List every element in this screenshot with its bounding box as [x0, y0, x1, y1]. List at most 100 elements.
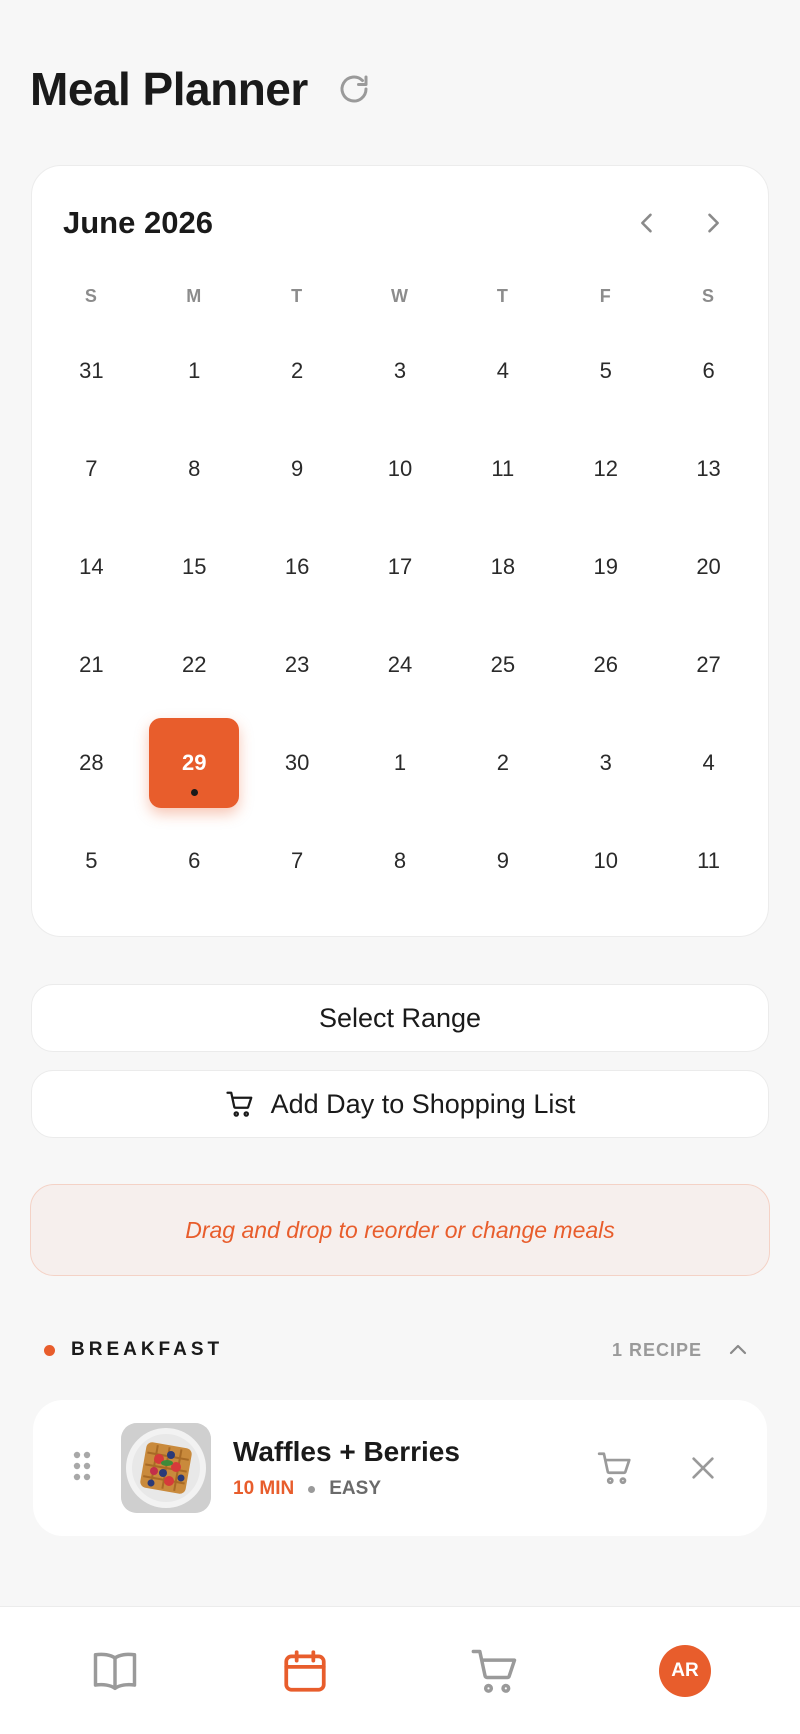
calendar-nav — [628, 204, 732, 242]
calendar-day[interactable]: 2 — [246, 322, 349, 420]
calendar-day[interactable]: 1 — [143, 322, 246, 420]
select-range-label: Select Range — [318, 1002, 482, 1033]
calendar-day-number: 10 — [593, 848, 618, 873]
recipe-meta: 10 MIN EASY — [233, 1478, 593, 1500]
recipe-card[interactable]: Waffles + Berries 10 MIN EASY — [33, 1400, 767, 1536]
calendar-day-number: 4 — [496, 358, 509, 383]
calendar-day-number: 3 — [393, 358, 407, 383]
cart-icon — [597, 1452, 631, 1485]
calendar-day-number: 16 — [284, 554, 310, 579]
weekday-label: F — [599, 286, 612, 306]
tab-profile[interactable]: AR — [645, 1631, 725, 1711]
calendar-header: June 2026 — [63, 204, 738, 242]
recipe-actions — [593, 1446, 725, 1490]
calendar-day[interactable]: 13 — [657, 420, 760, 518]
calendar-day-number: 7 — [291, 848, 304, 873]
calendar-icon — [284, 1649, 326, 1692]
calendar-day[interactable]: 9 — [246, 420, 349, 518]
calendar-day-number: 9 — [496, 848, 509, 873]
calendar-day[interactable]: 28 — [40, 714, 143, 812]
calendar-day[interactable]: 1 — [349, 714, 452, 812]
calendar-day-number: 24 — [387, 652, 413, 677]
add-day-label: Add Day to Shopping List — [270, 1088, 576, 1119]
recipe-difficulty: EASY — [329, 1478, 381, 1499]
recipe-time: 10 MIN — [233, 1478, 295, 1499]
recipe-count: 1 RECIPE — [611, 1339, 702, 1360]
calendar-day-number: 5 — [85, 848, 98, 873]
calendar-day[interactable]: 15 — [143, 518, 246, 616]
calendar-day[interactable]: 3 — [349, 322, 452, 420]
weekday-label: S — [702, 286, 716, 306]
calendar-day[interactable]: 3 — [554, 714, 657, 812]
section-toggle[interactable]: 1 RECIPE — [612, 1338, 750, 1362]
calendar-day[interactable]: 11 — [451, 420, 554, 518]
calendar-day[interactable]: 27 — [657, 616, 760, 714]
calendar-day[interactable]: 4 — [657, 714, 760, 812]
calendar-day-number: 20 — [696, 554, 721, 579]
calendar-day[interactable]: 31 — [40, 322, 143, 420]
calendar-day[interactable]: 14 — [40, 518, 143, 616]
refresh-button[interactable] — [334, 69, 374, 109]
calendar-day-number: 10 — [387, 456, 413, 481]
recipe-name: Waffles + Berries — [233, 1436, 460, 1467]
calendar-day-number: 8 — [188, 456, 201, 481]
section-title-group: BREAKFAST — [44, 1339, 223, 1361]
calendar-day[interactable]: 21 — [40, 616, 143, 714]
calendar-day-number: 23 — [284, 652, 310, 677]
book-icon — [93, 1652, 137, 1690]
calendar-day[interactable]: 4 — [451, 322, 554, 420]
tab-recipes[interactable] — [75, 1631, 155, 1711]
calendar-day[interactable]: 8 — [143, 420, 246, 518]
calendar-day[interactable]: 12 — [554, 420, 657, 518]
weekday-row: S M T W T F S — [40, 286, 760, 307]
add-recipe-to-cart-button[interactable] — [593, 1446, 637, 1490]
calendar-day[interactable]: 6 — [657, 322, 760, 420]
calendar-day[interactable]: 10 — [349, 420, 452, 518]
tab-calendar[interactable] — [265, 1631, 345, 1711]
calendar-day-number: 4 — [702, 750, 715, 775]
calendar-day-selected[interactable]: 29 — [143, 714, 246, 812]
calendar-day[interactable]: 26 — [554, 616, 657, 714]
calendar-day[interactable]: 23 — [246, 616, 349, 714]
calendar-day-number: 19 — [593, 554, 618, 579]
calendar-day-number: 12 — [593, 456, 618, 481]
calendar-day[interactable]: 9 — [451, 812, 554, 910]
tab-shopping[interactable] — [455, 1631, 535, 1711]
calendar-day-number: 30 — [284, 750, 310, 775]
calendar-day[interactable]: 7 — [246, 812, 349, 910]
calendar-day[interactable]: 5 — [40, 812, 143, 910]
page-title: Meal Planner — [30, 63, 308, 115]
remove-recipe-button[interactable] — [681, 1446, 725, 1490]
previous-month-button[interactable] — [628, 204, 666, 242]
calendar-day[interactable]: 2 — [451, 714, 554, 812]
select-range-button[interactable]: Select Range — [31, 984, 769, 1052]
calendar-day[interactable]: 5 — [554, 322, 657, 420]
calendar-day-number: 29 — [182, 750, 207, 775]
weekday-label: T — [496, 286, 509, 306]
next-month-button[interactable] — [694, 204, 732, 242]
selected-day-highlight: 29 — [149, 718, 240, 808]
calendar-day[interactable]: 24 — [349, 616, 452, 714]
calendar-day[interactable]: 10 — [554, 812, 657, 910]
calendar-day[interactable]: 22 — [143, 616, 246, 714]
calendar-day[interactable]: 18 — [451, 518, 554, 616]
refresh-icon — [340, 75, 368, 103]
calendar-day[interactable]: 7 — [40, 420, 143, 518]
calendar-day[interactable]: 19 — [554, 518, 657, 616]
bottom-tab-bar: AR — [0, 1606, 800, 1734]
drag-hint-banner: Drag and drop to reorder or change meals — [30, 1184, 770, 1276]
meal-indicator-dot — [190, 789, 198, 796]
calendar-day[interactable]: 16 — [246, 518, 349, 616]
calendar-day-number: 2 — [291, 358, 304, 383]
drag-handle[interactable] — [71, 1449, 101, 1488]
calendar-day[interactable]: 20 — [657, 518, 760, 616]
calendar-day[interactable]: 25 — [451, 616, 554, 714]
calendar-day[interactable]: 6 — [143, 812, 246, 910]
calendar-day[interactable]: 17 — [349, 518, 452, 616]
calendar-day[interactable]: 11 — [657, 812, 760, 910]
calendar-day[interactable]: 30 — [246, 714, 349, 812]
breakfast-section-header: BREAKFAST 1 RECIPE — [44, 1338, 754, 1362]
calendar-day-number: 1 — [393, 750, 407, 775]
add-day-to-shopping-list-button[interactable]: Add Day to Shopping List — [31, 1070, 769, 1138]
calendar-day[interactable]: 8 — [349, 812, 452, 910]
